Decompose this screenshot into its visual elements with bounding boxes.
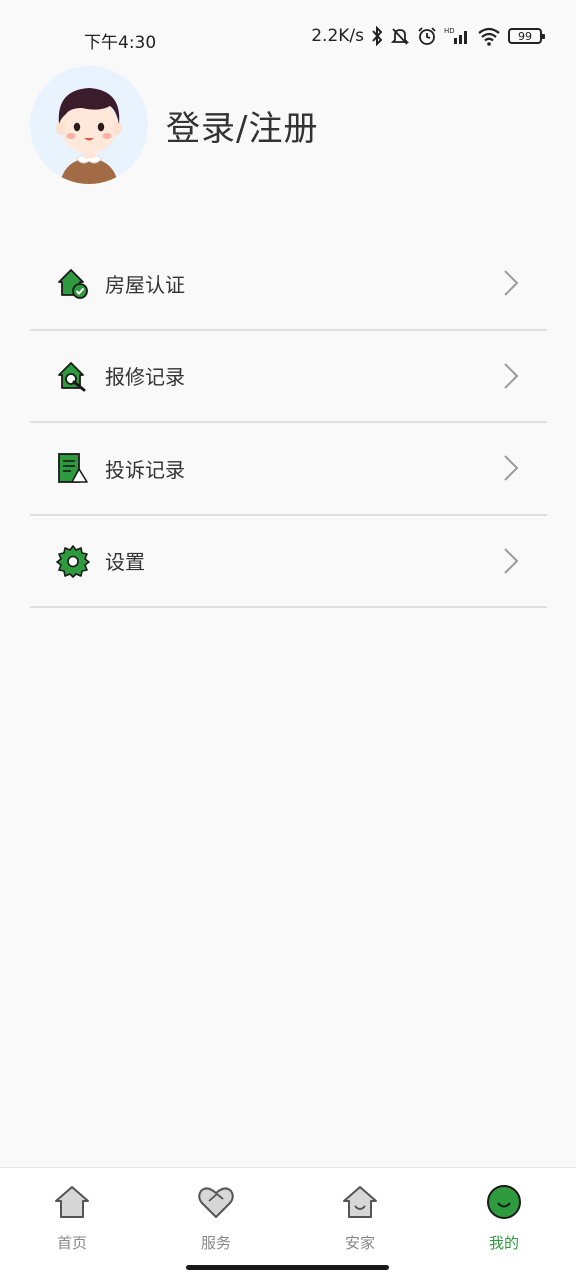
alarm-icon [417,26,437,46]
bluetooth-icon [371,26,383,46]
gear-icon [56,544,90,578]
screen: 下午4:30 2.2K/s HD 99 登录/注册 房屋认证 报修记录 投诉记录… [0,0,576,1280]
nav-label: 服务 [200,1234,231,1252]
nav-tab-anjia[interactable]: 安家 [288,1168,432,1268]
nav-tab-home[interactable]: 首页 [0,1168,144,1268]
house-smile-icon [343,1186,377,1218]
complaint-icon [56,451,90,485]
menu-item-settings[interactable]: 设置 [30,516,547,608]
network-speed: 2.2K/s [311,26,364,46]
mute-icon [390,26,410,46]
chevron-right-icon [503,454,519,482]
house-verify-icon [56,266,90,300]
avatar[interactable] [30,66,148,184]
status-time: 下午4:30 [84,33,157,53]
menu-item-repair-records[interactable]: 报修记录 [30,331,547,423]
battery-level: 99 [518,29,532,43]
menu-item-label: 报修记录 [105,365,185,390]
battery-icon: 99 [508,28,545,44]
hd-signal-icon: HD [444,26,470,46]
login-register-link[interactable]: 登录/注册 [166,101,318,150]
home-indicator[interactable] [186,1265,389,1270]
home-icon [55,1186,89,1218]
chevron-right-icon [503,547,519,575]
status-icons: 2.2K/s HD 99 [311,26,545,46]
repair-icon [56,359,90,393]
svg-text:HD: HD [444,27,455,35]
menu-item-house-verify[interactable]: 房屋认证 [30,238,547,331]
wifi-icon [477,26,501,46]
nav-label: 安家 [344,1234,375,1252]
bottom-nav: 首页 服务 安家 我的 [0,1167,576,1280]
menu-item-label: 投诉记录 [105,457,185,482]
profile-header[interactable]: 登录/注册 [30,66,318,184]
menu-item-complaint-records[interactable]: 投诉记录 [30,423,547,516]
chevron-right-icon [503,362,519,390]
nav-label: 我的 [488,1234,519,1252]
menu-item-label: 设置 [105,550,145,575]
nav-tab-service[interactable]: 服务 [144,1168,288,1268]
menu-list: 房屋认证 报修记录 投诉记录 设置 [30,238,547,608]
smile-circle-icon [487,1185,521,1219]
chevron-right-icon [503,269,519,297]
heart-icon [198,1187,234,1218]
nav-tab-mine[interactable]: 我的 [432,1168,576,1268]
nav-label: 首页 [56,1234,87,1252]
menu-item-label: 房屋认证 [105,272,185,297]
